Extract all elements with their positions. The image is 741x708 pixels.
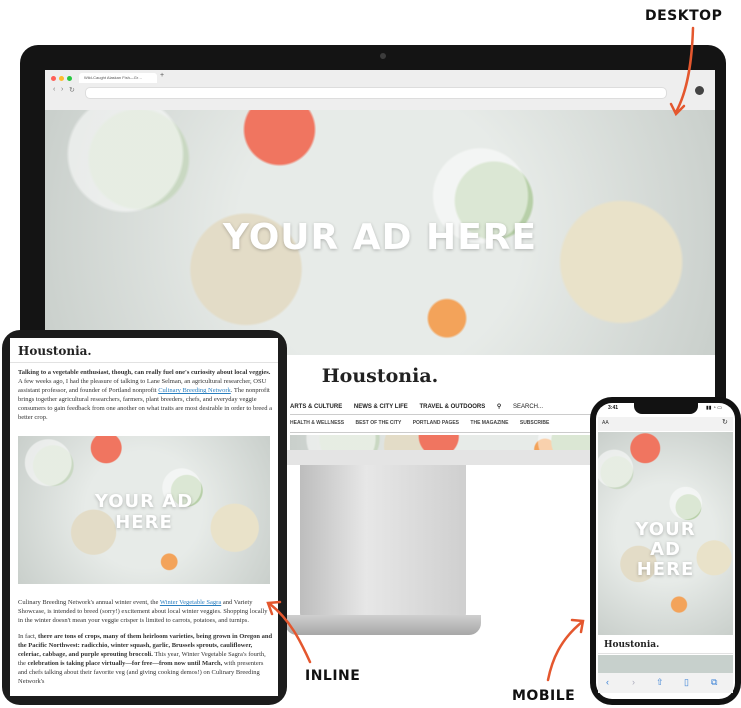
- bold-text: Talking to a vegetable enthusiast, thoug…: [18, 369, 271, 376]
- nav-item-best-of-city[interactable]: BEST OF THE CITY: [355, 420, 401, 426]
- article-paragraph: Culinary Breeding Network's annual winte…: [18, 598, 273, 625]
- arrow-mobile: [546, 620, 584, 682]
- article-paragraph: In fact, there are tons of crops, many o…: [18, 632, 273, 686]
- maximize-window-icon[interactable]: [67, 76, 72, 81]
- close-window-icon[interactable]: [51, 76, 56, 81]
- camera-icon: [380, 53, 386, 59]
- nav-item-health-wellness[interactable]: HEALTH & WELLNESS: [290, 420, 344, 426]
- nav-item-portland-pages[interactable]: PORTLAND PAGES: [413, 420, 459, 426]
- ad-line: HERE: [636, 559, 695, 580]
- minimize-window-icon[interactable]: [59, 76, 64, 81]
- site-logo[interactable]: Houstonia.: [604, 640, 659, 650]
- ad-line: YOUR AD: [94, 491, 194, 512]
- status-time: 3:41: [608, 405, 619, 411]
- mobile-address-bar[interactable]: [598, 417, 733, 431]
- bold-text: celebration is taking place virtually—fo…: [27, 660, 223, 667]
- forward-icon[interactable]: ›: [61, 86, 63, 93]
- nav-item-news-city-life[interactable]: NEWS & CITY LIFE: [354, 404, 408, 410]
- bookmarks-icon[interactable]: ▯: [684, 677, 689, 688]
- callout-inline: INLINE: [305, 668, 361, 684]
- avatar[interactable]: [695, 86, 704, 95]
- arrowhead-mobile: [570, 618, 585, 634]
- culinary-breeding-network-link[interactable]: Culinary Breeding Network: [158, 387, 231, 394]
- back-icon[interactable]: ‹: [53, 86, 55, 93]
- search-link[interactable]: SEARCH...: [513, 404, 543, 410]
- browser-tab[interactable]: Wild-Caught Alaskan Fish—Gr…: [79, 73, 157, 83]
- browser-chrome: Wild-Caught Alaskan Fish—Gr… + ‹ › ↻: [45, 70, 715, 111]
- article-thumbnail[interactable]: [598, 655, 733, 673]
- reload-icon[interactable]: ↻: [69, 86, 75, 94]
- address-bar[interactable]: [85, 87, 667, 99]
- callout-mobile: MOBILE: [512, 688, 576, 704]
- share-icon[interactable]: ⇧: [656, 677, 664, 688]
- mobile-browser-toolbar: ‹ › ⇧ ▯ ⧉: [598, 673, 733, 693]
- nav-item-travel-outdoors[interactable]: TRAVEL & OUTDOORS: [419, 404, 485, 410]
- ad-line: YOUR: [635, 519, 696, 540]
- winter-vegetable-sagra-link[interactable]: Winter Vegetable Sagra: [160, 599, 221, 606]
- reader-mode-button[interactable]: AA: [602, 420, 609, 426]
- imac-stand: [300, 463, 466, 623]
- new-tab-icon[interactable]: +: [160, 72, 164, 79]
- ad-line: HERE: [115, 512, 173, 533]
- nav-item-arts-culture[interactable]: ARTS & CULTURE: [290, 404, 342, 410]
- body-text: In fact,: [18, 633, 39, 640]
- nav-item-the-magazine[interactable]: THE MAGAZINE: [470, 420, 508, 426]
- reload-icon[interactable]: ↻: [722, 418, 728, 426]
- inline-ad-banner[interactable]: YOUR AD HERE: [18, 436, 270, 584]
- body-text: Culinary Breeding Network's annual winte…: [18, 599, 160, 606]
- back-icon[interactable]: ‹: [606, 677, 609, 687]
- nav-item-subscribe[interactable]: SUBSCRIBE: [520, 420, 549, 426]
- ad-line: AD: [650, 539, 681, 560]
- phone-notch: [634, 403, 698, 414]
- site-logo[interactable]: Houstonia.: [18, 344, 92, 358]
- signal-battery-icon: ▮▮ ◔ ▭: [706, 405, 723, 411]
- ad-placeholder-text: YOUR AD HERE: [18, 491, 270, 533]
- ad-placeholder-text: YOUR AD HERE: [222, 217, 538, 258]
- mobile-ad-banner[interactable]: YOUR AD HERE: [598, 432, 733, 635]
- desktop-ad-banner[interactable]: YOUR AD HERE: [45, 110, 715, 355]
- callout-desktop: DESKTOP: [645, 8, 723, 24]
- ad-placeholder-text: YOUR AD HERE: [598, 520, 733, 580]
- divider: [598, 653, 733, 654]
- forward-icon[interactable]: ›: [632, 677, 635, 687]
- article-paragraph: Talking to a vegetable enthusiast, thoug…: [18, 368, 273, 422]
- tablet-screen: Houstonia. Talking to a vegetable enthus…: [10, 338, 278, 696]
- search-icon[interactable]: ⚲: [497, 404, 501, 410]
- tabs-icon[interactable]: ⧉: [711, 677, 717, 688]
- imac-chin: [282, 450, 602, 465]
- divider: [10, 362, 278, 363]
- imac-base: [285, 615, 481, 635]
